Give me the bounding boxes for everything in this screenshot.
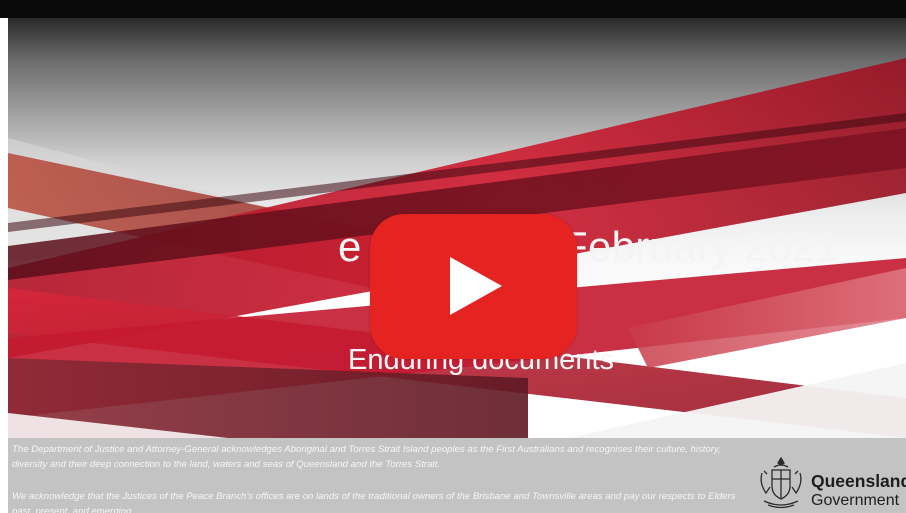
top-black-bar <box>0 0 906 18</box>
acknowledgement-of-country: The Department of Justice and Attorney-G… <box>12 444 721 470</box>
logo-line-queensland: Queensland <box>811 471 906 491</box>
coat-of-arms-icon <box>760 456 802 509</box>
video-thumbnail[interactable]: e February 2021 Enduring documents <box>8 18 906 438</box>
play-button[interactable] <box>370 214 577 359</box>
queensland-government-logo: Queensland Government <box>756 455 906 513</box>
acknowledgement-footer: The Department of Justice and Attorney-G… <box>8 438 906 513</box>
acknowledgement-of-owners: We acknowledge that the Justices of the … <box>12 491 736 513</box>
video-frame: e February 2021 Enduring documents The De… <box>0 0 906 513</box>
headline-date: February 2021 <box>562 223 840 270</box>
play-icon <box>450 257 502 315</box>
logo-line-government: Government <box>811 492 900 509</box>
